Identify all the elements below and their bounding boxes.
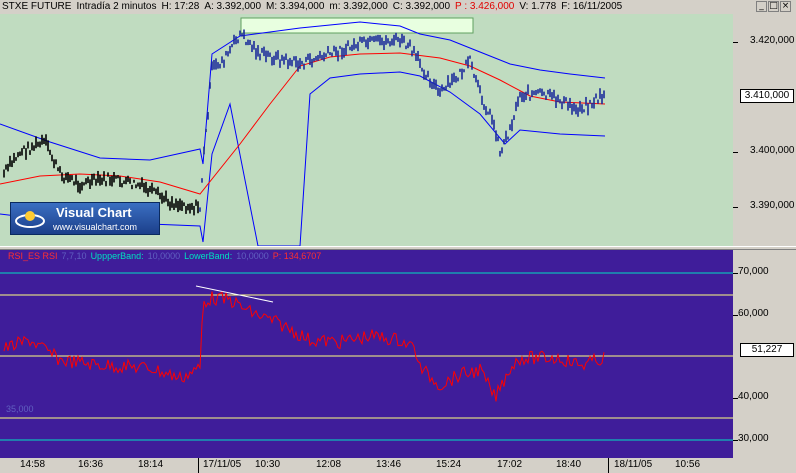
current-rsi-tag: 51,227: [740, 343, 794, 357]
price-tick: 3.390,000: [750, 200, 795, 211]
rsi-tick: 40,000: [738, 391, 769, 402]
rsi-upper-value: 10,0000: [147, 251, 181, 261]
rsi-tick: 60,000: [738, 308, 769, 319]
time-label: 13:46: [376, 459, 402, 470]
price-tick: 3.420,000: [750, 35, 795, 46]
rsi-line: [3, 291, 605, 402]
time-label: 10:56: [675, 459, 701, 470]
time-label: 18:14: [138, 459, 164, 470]
date-label: F: 16/11/2005: [561, 1, 623, 12]
trend-line: [195, 285, 274, 303]
logo-swoosh-icon: [15, 211, 45, 228]
time-label: 17:02: [497, 459, 523, 470]
price-tickmark: [733, 42, 738, 43]
rsi-header: RSI_ES RSI 7,7,10 UppperBand: 10,0000 LowerB…: [8, 251, 325, 261]
high-label: H: 17:28: [161, 1, 200, 12]
price-tickmark: [733, 152, 738, 153]
upper-band-line: [0, 21, 606, 165]
rsi-lower-value: 10,0000: [236, 251, 269, 261]
price-axis[interactable]: 3.420,000 3.400,000 3.390,000: [733, 14, 796, 246]
rsi-lower-label: LowerBand:: [184, 251, 233, 261]
time-label: 12:08: [316, 459, 342, 470]
price-maximize-button[interactable]: □: [768, 1, 779, 12]
rsi-name: RSI_ES RSI: [8, 251, 58, 261]
price-tickmark: [733, 207, 738, 208]
min-label: m: 3.392,000: [329, 1, 388, 12]
day-separator: [198, 458, 199, 473]
chart-title-bar: STXE FUTURE Intradía 2 minutos H: 17:28 A: …: [0, 0, 796, 14]
rsi-chart-svg: [0, 272, 733, 441]
ask-label: A: 3.392,000: [204, 1, 262, 12]
rsi-tick: 30,000: [738, 433, 769, 444]
symbol-label: STXE FUTURE: [2, 1, 72, 12]
rsi-upper-label: UppperBand:: [90, 251, 144, 261]
rsi-side-label: 35,000: [6, 404, 34, 414]
rsi-chart-panel[interactable]: [0, 250, 733, 458]
current-price-tag: 3.410,000: [740, 89, 794, 103]
time-label: 15:24: [436, 459, 462, 470]
price-label: P : 3.426,000: [455, 1, 515, 12]
time-label: 14:58: [20, 459, 46, 470]
moving-average-line: [0, 52, 606, 195]
time-label: 18:40: [556, 459, 582, 470]
volume-label: V: 1.778: [519, 1, 557, 12]
visual-chart-logo: Visual Chart www.visualchart.com: [10, 202, 160, 235]
price-tick: 3.400,000: [750, 145, 795, 156]
time-label: 18/11/05: [614, 459, 653, 470]
rsi-tick: 70,000: [738, 266, 769, 277]
time-label: 10:30: [255, 459, 281, 470]
logo-url: www.visualchart.com: [53, 222, 138, 232]
rsi-p-value: P: 134,6707: [272, 251, 322, 261]
price-close-button[interactable]: ×: [780, 1, 791, 12]
time-axis[interactable]: 14:58 16:36 18:14 17/11/05 10:30 12:08 1…: [0, 458, 796, 473]
logo-name: Visual Chart: [56, 205, 132, 220]
rsi-params: 7,7,10: [61, 251, 87, 261]
max-label: M: 3.394,000: [266, 1, 325, 12]
interval-label: Intradía 2 minutos: [76, 1, 157, 12]
day-separator: [608, 458, 609, 473]
time-label: 16:36: [78, 459, 104, 470]
time-label: 17/11/05: [203, 459, 242, 470]
close-label: C: 3.392,000: [392, 1, 451, 12]
price-minimize-button[interactable]: _: [756, 1, 767, 12]
